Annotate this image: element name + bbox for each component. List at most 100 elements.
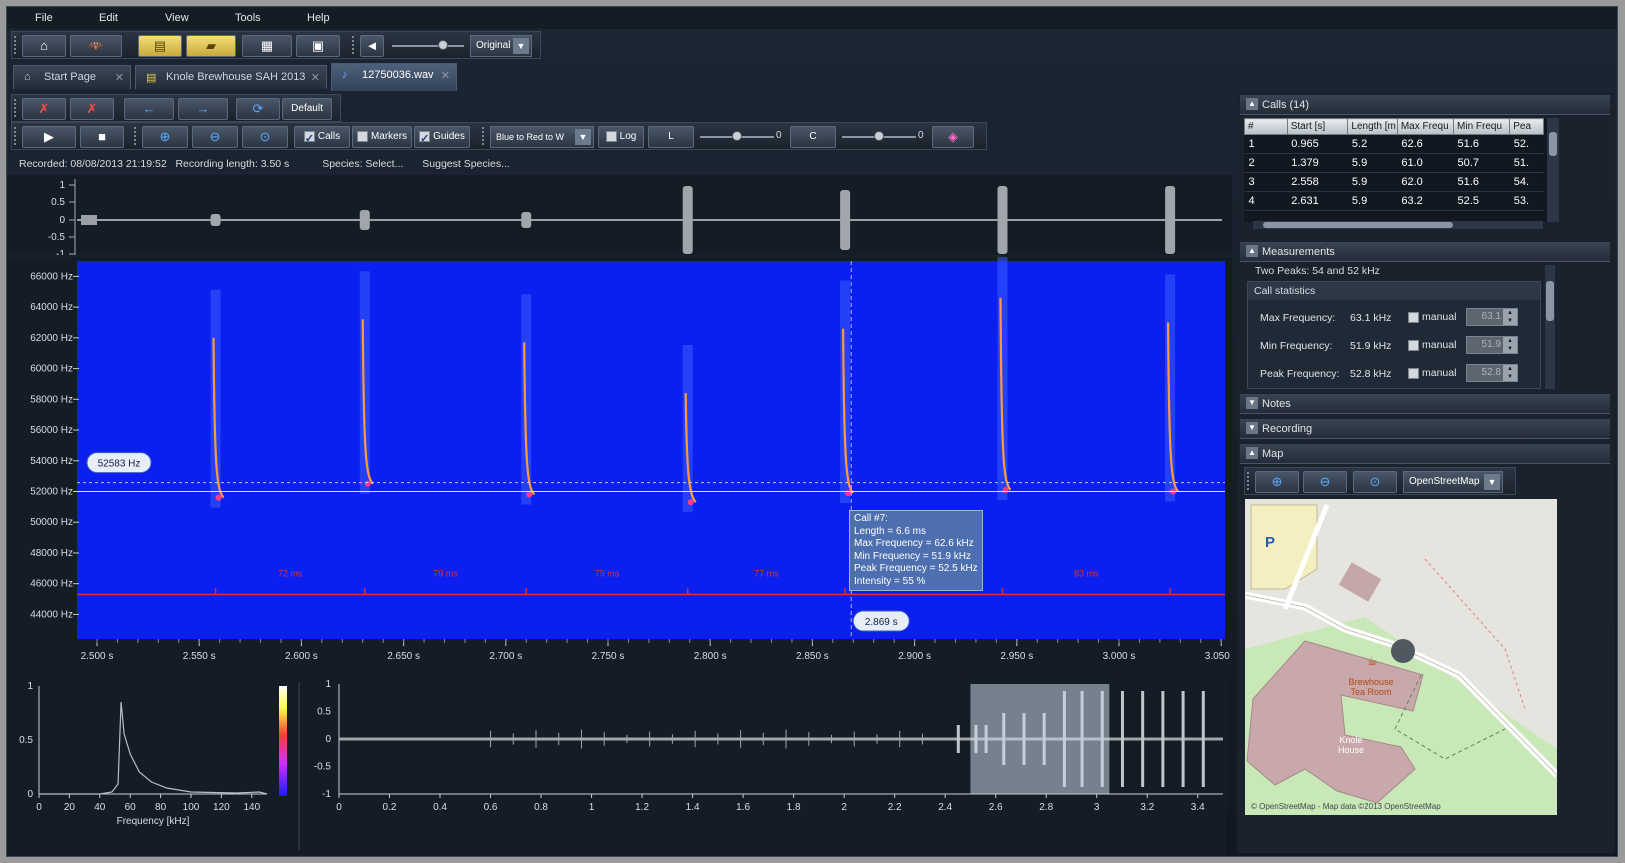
menu-help[interactable]: Help: [307, 12, 330, 24]
measurements-scrollbar[interactable]: [1545, 265, 1555, 389]
menu-file[interactable]: File: [35, 12, 53, 24]
close-icon[interactable]: ✕: [441, 69, 450, 82]
guides-checkbox[interactable]: [419, 129, 431, 149]
tab-wav-file[interactable]: ♪ 12750036.wav ✕: [331, 63, 457, 91]
toolbar-grip[interactable]: [134, 127, 138, 145]
manual-toggle[interactable]: manual: [1408, 311, 1456, 323]
c-button[interactable]: C: [790, 126, 836, 148]
l-slider-knob[interactable]: [732, 131, 742, 141]
column-header[interactable]: Min Frequ: [1453, 118, 1511, 135]
tab-project[interactable]: ▤ Knole Brewhouse SAH 2013 ✕: [135, 65, 327, 89]
map-view[interactable]: P ☕ BrewhouseTea Room KnoleHouse © OpenStree…: [1245, 499, 1557, 815]
map-zoom-in-button[interactable]: ⊕: [1255, 471, 1299, 493]
manual-checkbox[interactable]: [1408, 367, 1419, 379]
open-folder-button[interactable]: ▰: [186, 35, 236, 57]
zoom-out-button[interactable]: ⊖: [192, 126, 238, 148]
recording-panel-header[interactable]: ▼ Recording: [1240, 419, 1610, 439]
toolbar-grip[interactable]: [14, 127, 18, 145]
zoom-in-button[interactable]: ⊕: [142, 126, 188, 148]
home-button[interactable]: ⌂: [22, 35, 66, 57]
close-icon[interactable]: ✕: [311, 71, 320, 84]
column-header[interactable]: Pea: [1509, 118, 1544, 135]
close-icon[interactable]: ✕: [115, 71, 124, 84]
calls-checkbox[interactable]: [303, 129, 315, 149]
refresh-button[interactable]: ⟳: [236, 98, 280, 120]
toolbar-grip[interactable]: [482, 127, 486, 145]
spinner-arrows-icon[interactable]: ▲ ▼: [1503, 309, 1517, 325]
colormap-select[interactable]: Blue to Red to W ▼: [490, 126, 594, 148]
preset-button[interactable]: Default: [282, 98, 332, 120]
overview-waveform[interactable]: 1 0.5 0 -0.5 -1 0 0.2 0.4 0.6 0.8 1 1.2 1.4 1.6 1.8 2 2.…: [303, 674, 1227, 856]
calls-panel-header[interactable]: ▲ Calls (14): [1240, 95, 1610, 115]
waveform-view[interactable]: 1 0.5 0 -0.5 -1: [7, 175, 1232, 255]
menu-edit[interactable]: Edit: [99, 12, 118, 24]
map-provider-select[interactable]: OpenStreetMap ▼: [1403, 471, 1503, 493]
column-header[interactable]: Max Frequ: [1396, 118, 1455, 135]
suggest-species-link[interactable]: Suggest Species...: [422, 158, 510, 170]
zoom-mode-select[interactable]: Original ▼: [470, 35, 532, 57]
c-slider-knob[interactable]: [874, 131, 884, 141]
color-reset-button[interactable]: ◈: [932, 126, 974, 148]
markers-checkbox[interactable]: [356, 130, 368, 142]
column-header[interactable]: #: [1244, 118, 1288, 135]
spinner-arrows-icon[interactable]: ▲ ▼: [1503, 337, 1517, 353]
c-slider[interactable]: [842, 131, 916, 141]
scrollbar-thumb[interactable]: [1546, 281, 1554, 321]
guides-toggle[interactable]: Guides: [414, 126, 470, 149]
toolbar-grip[interactable]: [1247, 472, 1251, 490]
column-header[interactable]: Length [m: [1347, 118, 1398, 135]
table-row[interactable]: 4 2.631 5.9 63.2 52.5 53.: [1244, 191, 1544, 211]
spectrogram-view[interactable]: 66000 Hz 64000 Hz 62000 Hz 60000 Hz 58000 Hz…: [7, 257, 1232, 671]
log-toggle[interactable]: Log: [598, 126, 644, 148]
calls-toggle[interactable]: Calls: [294, 126, 350, 149]
previous-button[interactable]: ←: [124, 98, 174, 120]
manual-checkbox[interactable]: [1408, 311, 1419, 323]
log-checkbox[interactable]: [605, 130, 617, 142]
scrollbar-thumb[interactable]: [1549, 132, 1557, 156]
toolbar-grip[interactable]: [14, 99, 18, 117]
stop-button[interactable]: ■: [80, 126, 124, 148]
tab-start-page[interactable]: ⌂ Start Page ✕: [13, 65, 131, 89]
speaker-button[interactable]: ◄: [360, 35, 384, 57]
volume-slider[interactable]: [392, 40, 464, 50]
export-button[interactable]: ▣: [296, 35, 340, 57]
bat-button[interactable]: 🦇: [70, 35, 122, 57]
manual-value-input[interactable]: 51.9 ▲ ▼: [1466, 336, 1518, 354]
zoom-fit-button[interactable]: ⊙: [242, 126, 288, 148]
measurements-panel-header[interactable]: ▲ Measurements: [1240, 242, 1610, 262]
delete-call-button[interactable]: ✗: [22, 98, 66, 120]
table-row[interactable]: 1 0.965 5.2 62.6 51.6 52.: [1244, 134, 1544, 154]
menu-tools[interactable]: Tools: [235, 12, 261, 24]
calls-horizontal-scrollbar[interactable]: [1253, 221, 1543, 229]
manual-toggle[interactable]: manual: [1408, 367, 1456, 379]
volume-knob[interactable]: [438, 40, 448, 50]
guides-label: Guides: [433, 131, 465, 142]
toolbar-grip[interactable]: [14, 36, 18, 54]
manual-toggle[interactable]: manual: [1408, 339, 1456, 351]
delete-all-button[interactable]: ✗: [70, 98, 114, 120]
overview-viewport-selection[interactable]: [970, 684, 1110, 794]
manual-value-input[interactable]: 63.1 ▲ ▼: [1466, 308, 1518, 326]
scrollbar-thumb[interactable]: [1263, 222, 1453, 228]
play-button[interactable]: ▶: [22, 126, 76, 148]
next-button[interactable]: →: [178, 98, 228, 120]
spinner-arrows-icon[interactable]: ▲ ▼: [1503, 365, 1517, 381]
map-panel-header[interactable]: ▲ Map: [1240, 444, 1610, 464]
table-row[interactable]: 3 2.558 5.9 62.0 51.6 54.: [1244, 172, 1544, 192]
table-row[interactable]: 2 1.379 5.9 61.0 50.7 51.: [1244, 153, 1544, 173]
new-project-button[interactable]: ▤: [138, 35, 182, 57]
menu-view[interactable]: View: [165, 12, 189, 24]
markers-toggle[interactable]: Markers: [352, 126, 412, 148]
manual-checkbox[interactable]: [1408, 339, 1419, 351]
notes-panel-header[interactable]: ▼ Notes: [1240, 394, 1610, 414]
grid-button[interactable]: ▦: [242, 35, 292, 57]
map-zoom-out-button[interactable]: ⊖: [1303, 471, 1347, 493]
manual-value-input[interactable]: 52.8 ▲ ▼: [1466, 364, 1518, 382]
calls-vertical-scrollbar[interactable]: [1547, 118, 1559, 222]
l-slider[interactable]: [700, 131, 774, 141]
l-button[interactable]: L: [648, 126, 694, 148]
map-zoom-fit-button[interactable]: ⊙: [1353, 471, 1397, 493]
species-select[interactable]: Species: Select...: [322, 158, 403, 170]
toolbar-grip-2[interactable]: [352, 36, 356, 54]
column-header[interactable]: Start [s]: [1286, 118, 1349, 135]
